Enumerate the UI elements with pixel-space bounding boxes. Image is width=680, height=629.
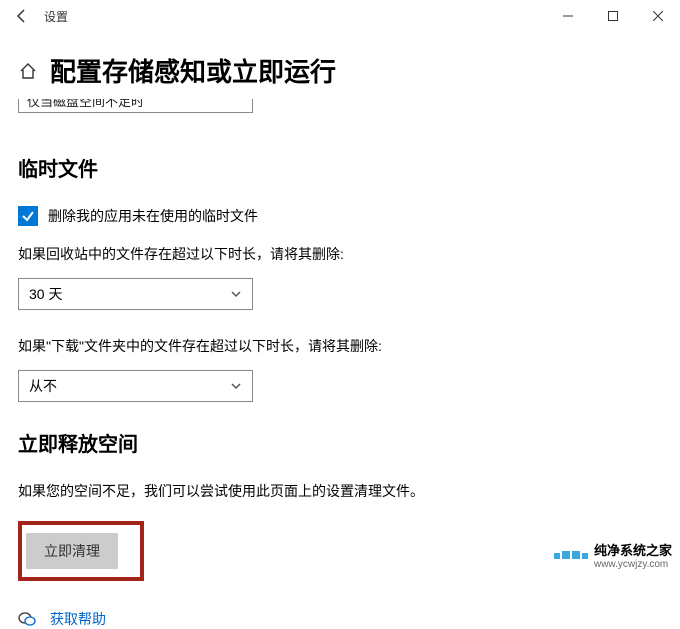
watermark-sub: www.ycwjzy.com [594,559,672,570]
clean-now-highlight: 立即清理 [18,521,144,581]
help-row: 获取帮助 [18,609,662,629]
delete-temp-checkbox[interactable] [18,206,38,226]
check-icon [21,209,35,223]
downloads-desc: 如果"下载"文件夹中的文件存在超过以下时长，请将其删除: [18,336,662,356]
watermark-main: 纯净系统之家 [594,540,672,559]
get-help-link[interactable]: 获取帮助 [50,609,106,629]
watermark-logo-icon [554,551,588,559]
page-title: 配置存储感知或立即运行 [50,52,336,89]
delete-temp-checkbox-row: 删除我的应用未在使用的临时文件 [18,206,662,226]
close-icon [653,11,663,21]
recycle-bin-value: 30 天 [29,284,62,304]
home-icon [19,62,37,80]
close-button[interactable] [635,1,680,31]
minimize-icon [563,11,573,21]
chevron-down-icon [230,288,242,300]
window-title: 设置 [44,8,68,25]
chevron-down-icon [230,380,242,392]
downloads-value: 从不 [29,376,57,396]
watermark-text: 纯净系统之家 www.ycwjzy.com [594,540,672,570]
back-button[interactable] [8,2,36,30]
temp-files-heading: 临时文件 [18,153,662,182]
recycle-bin-desc: 如果回收站中的文件存在超过以下时长，请将其删除: [18,244,662,264]
free-up-desc: 如果您的空间不足，我们可以尝试使用此页面上的设置清理文件。 [18,481,662,501]
recycle-bin-select[interactable]: 30 天 [18,278,253,310]
home-button[interactable] [18,61,38,81]
storage-sense-frequency-select[interactable]: 仅当磁盘空间不足时 [18,99,253,113]
maximize-button[interactable] [590,1,635,31]
maximize-icon [608,11,618,21]
clean-now-button[interactable]: 立即清理 [26,533,118,569]
title-bar: 设置 [0,0,680,32]
watermark: 纯净系统之家 www.ycwjzy.com [554,540,672,570]
help-icon [18,610,36,628]
free-up-heading: 立即释放空间 [18,428,662,457]
back-arrow-icon [14,8,30,24]
delete-temp-label: 删除我的应用未在使用的临时文件 [48,206,258,226]
storage-sense-frequency-value: 仅当磁盘空间不足时 [27,99,144,110]
minimize-button[interactable] [545,1,590,31]
page-header: 配置存储感知或立即运行 [0,32,680,99]
downloads-select[interactable]: 从不 [18,370,253,402]
